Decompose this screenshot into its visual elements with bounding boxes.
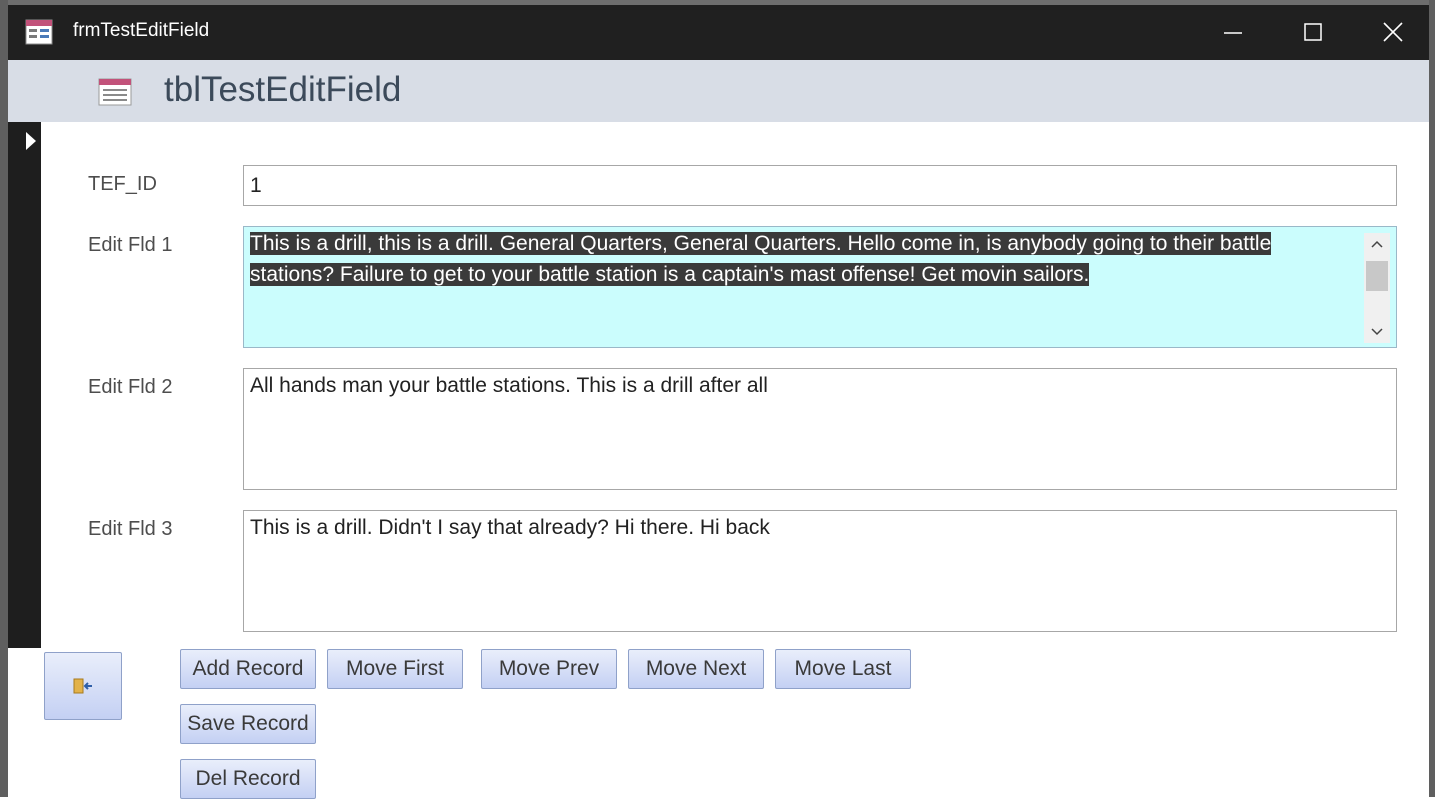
current-record-arrow-icon xyxy=(26,132,36,150)
move-last-button[interactable]: Move Last xyxy=(775,649,911,689)
form-header: tblTestEditField xyxy=(8,60,1429,122)
window-title: frmTestEditField xyxy=(73,20,210,41)
edit-fld-1-field[interactable]: This is a drill, this is a drill. Genera… xyxy=(243,226,1397,348)
close-icon[interactable] xyxy=(1372,11,1414,53)
tef-id-label: TEF_ID xyxy=(88,173,157,195)
close-form-button[interactable] xyxy=(44,652,122,720)
edit-fld-1-label: Edit Fld 1 xyxy=(88,234,173,256)
edit-fld-2-label: Edit Fld 2 xyxy=(88,376,173,398)
window-frame-right xyxy=(1429,0,1435,797)
exit-door-icon xyxy=(73,678,92,694)
edit-fld-3-field[interactable]: This is a drill. Didn't I say that alrea… xyxy=(243,510,1397,632)
tef-id-field[interactable]: 1 xyxy=(243,165,1397,206)
maximize-icon[interactable] xyxy=(1292,11,1334,53)
del-record-button[interactable]: Del Record xyxy=(180,759,316,799)
add-record-button[interactable]: Add Record xyxy=(180,649,316,689)
edit-fld-2-field[interactable]: All hands man your battle stations. This… xyxy=(243,368,1397,490)
record-selector[interactable] xyxy=(8,122,41,648)
scroll-thumb[interactable] xyxy=(1366,261,1388,291)
edit-fld-1-text[interactable]: This is a drill, this is a drill. Genera… xyxy=(250,232,1272,286)
form-icon xyxy=(25,19,53,45)
minimize-icon[interactable] xyxy=(1212,11,1254,53)
move-first-button[interactable]: Move First xyxy=(327,649,463,689)
form-title: tblTestEditField xyxy=(164,70,402,109)
edit-fld-3-label: Edit Fld 3 xyxy=(88,518,173,540)
window-frame-left xyxy=(0,0,8,797)
save-record-button[interactable]: Save Record xyxy=(180,704,316,744)
title-bar[interactable]: frmTestEditField xyxy=(8,5,1429,60)
edit-fld-1-scrollbar[interactable] xyxy=(1364,233,1390,343)
move-next-button[interactable]: Move Next xyxy=(628,649,764,689)
move-prev-button[interactable]: Move Prev xyxy=(481,649,617,689)
table-form-icon xyxy=(98,78,132,106)
scroll-down-icon[interactable] xyxy=(1371,325,1383,337)
scroll-up-icon[interactable] xyxy=(1371,239,1383,251)
